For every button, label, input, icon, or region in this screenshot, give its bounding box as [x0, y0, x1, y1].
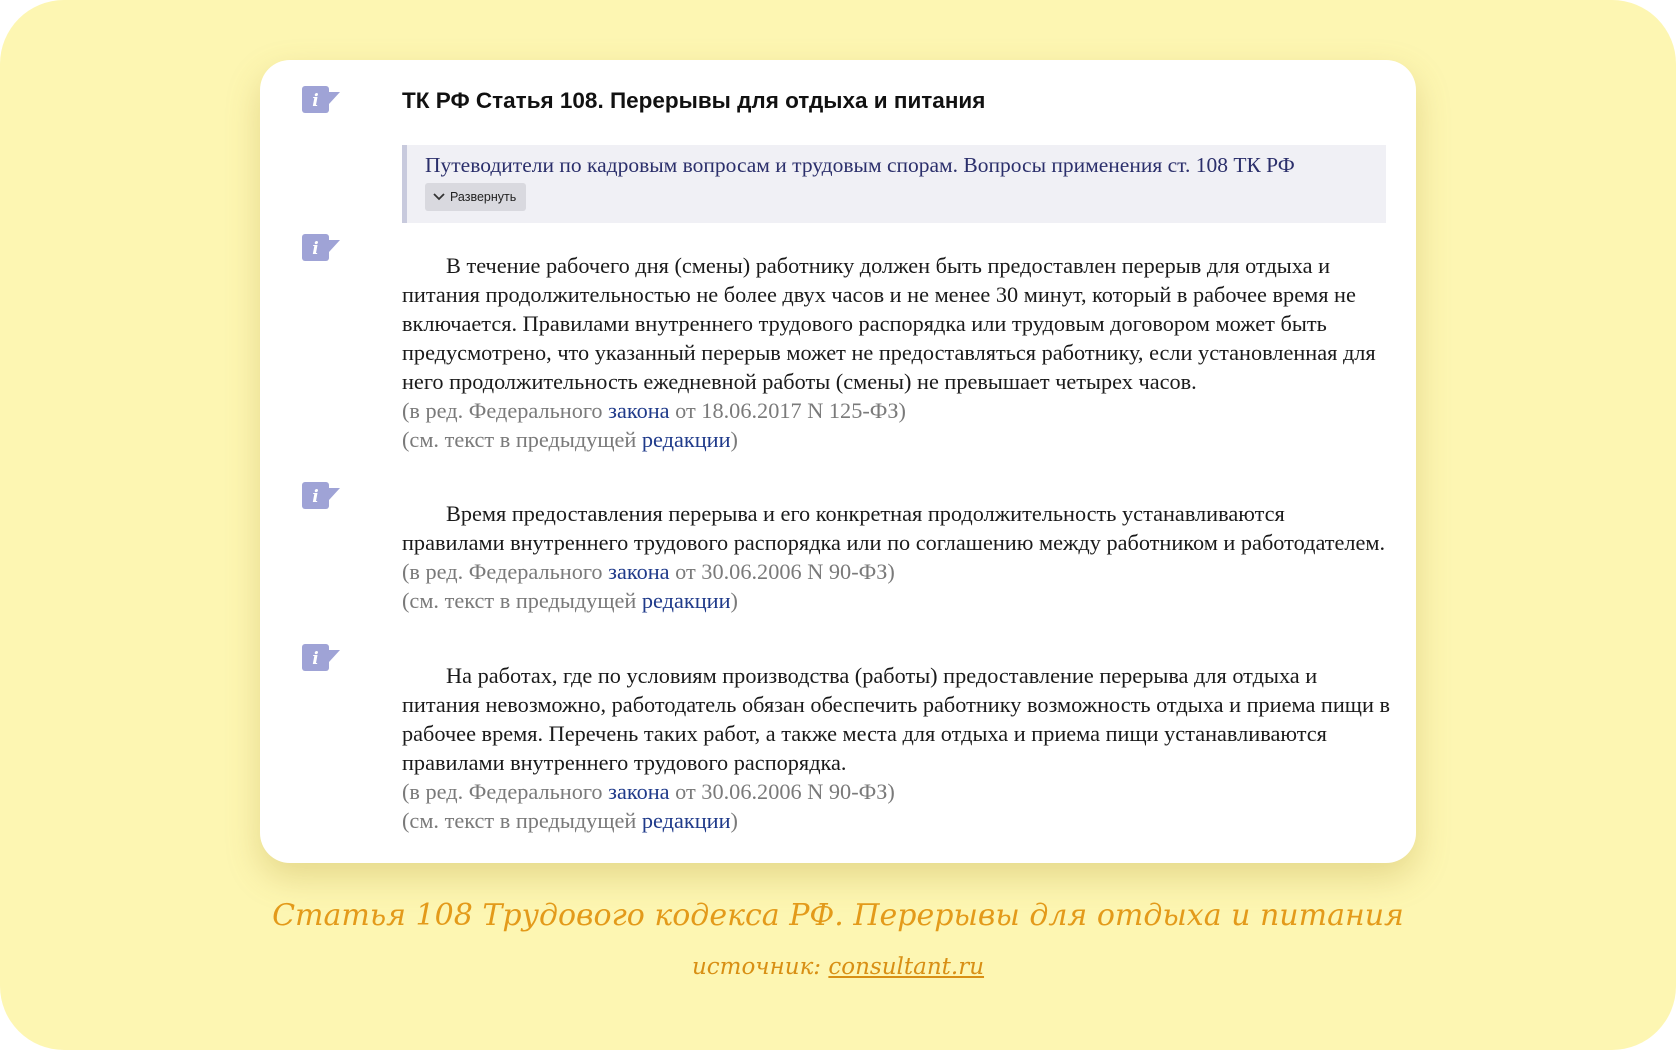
- edition-note: (в ред. Федерального закона от 30.06.200…: [402, 777, 1392, 806]
- previous-edition-note: (см. текст в предыдущей редакции): [402, 425, 1392, 454]
- previous-edition-prefix: (см. текст в предыдущей: [402, 808, 642, 833]
- law-link[interactable]: закона: [608, 559, 669, 584]
- expand-button[interactable]: Развернуть: [425, 183, 527, 211]
- edition-note-prefix: (в ред. Федерального: [402, 779, 609, 804]
- source-link[interactable]: consultant.ru: [828, 954, 984, 980]
- law-link[interactable]: закона: [608, 779, 669, 804]
- guide-link[interactable]: Путеводители по кадровым вопросам и труд…: [425, 153, 1295, 178]
- law-link[interactable]: закона: [608, 398, 669, 423]
- info-icon[interactable]: i: [302, 234, 340, 264]
- paragraph: Время предоставления перерыва и его конк…: [402, 499, 1392, 615]
- info-icon[interactable]: i: [302, 644, 340, 674]
- paragraph: В течение рабочего дня (смены) работнику…: [402, 251, 1392, 454]
- edition-note: (в ред. Федерального закона от 30.06.200…: [402, 557, 1392, 586]
- paragraph-text: На работах, где по условиям производства…: [402, 663, 1390, 775]
- previous-edition-suffix: ): [730, 588, 738, 613]
- svg-text:i: i: [312, 487, 318, 507]
- edition-link[interactable]: редакции: [642, 427, 731, 452]
- paragraph-text: В течение рабочего дня (смены) работнику…: [402, 253, 1376, 394]
- edition-note: (в ред. Федерального закона от 18.06.201…: [402, 396, 1392, 425]
- edition-note-prefix: (в ред. Федерального: [402, 559, 609, 584]
- edition-note-prefix: (в ред. Федерального: [402, 398, 609, 423]
- paragraph: На работах, где по условиям производства…: [402, 661, 1392, 835]
- guide-box: Путеводители по кадровым вопросам и труд…: [402, 145, 1386, 223]
- previous-edition-suffix: ): [730, 808, 738, 833]
- edition-link[interactable]: редакции: [642, 588, 731, 613]
- caption-title: Статья 108 Трудового кодекса РФ. Перерыв…: [272, 898, 1404, 933]
- previous-edition-note: (см. текст в предыдущей редакции): [402, 806, 1392, 835]
- paragraph-text: Время предоставления перерыва и его конк…: [402, 501, 1386, 555]
- previous-edition-prefix: (см. текст в предыдущей: [402, 427, 642, 452]
- document-card: i ТК РФ Статья 108. Перерывы для отдыха …: [260, 60, 1416, 863]
- background-frame: i ТК РФ Статья 108. Перерывы для отдыха …: [0, 0, 1676, 1050]
- info-icon[interactable]: i: [302, 482, 340, 512]
- edition-note-suffix: от 30.06.2006 N 90-ФЗ): [669, 779, 895, 804]
- svg-text:i: i: [312, 649, 318, 669]
- article-title: ТК РФ Статья 108. Перерывы для отдыха и …: [402, 88, 986, 113]
- svg-text:i: i: [312, 239, 318, 259]
- svg-text:i: i: [312, 91, 318, 111]
- edition-note-suffix: от 30.06.2006 N 90-ФЗ): [669, 559, 895, 584]
- previous-edition-prefix: (см. текст в предыдущей: [402, 588, 642, 613]
- edition-link[interactable]: редакции: [642, 808, 731, 833]
- expand-button-label: Развернуть: [450, 190, 517, 204]
- chevron-down-icon: [433, 193, 445, 201]
- source-prefix: источник:: [691, 954, 829, 980]
- previous-edition-suffix: ): [730, 427, 738, 452]
- previous-edition-note: (см. текст в предыдущей редакции): [402, 586, 1392, 615]
- source-line: источник: consultant.ru: [0, 954, 1676, 980]
- info-icon[interactable]: i: [302, 86, 340, 116]
- edition-note-suffix: от 18.06.2017 N 125-ФЗ): [669, 398, 906, 423]
